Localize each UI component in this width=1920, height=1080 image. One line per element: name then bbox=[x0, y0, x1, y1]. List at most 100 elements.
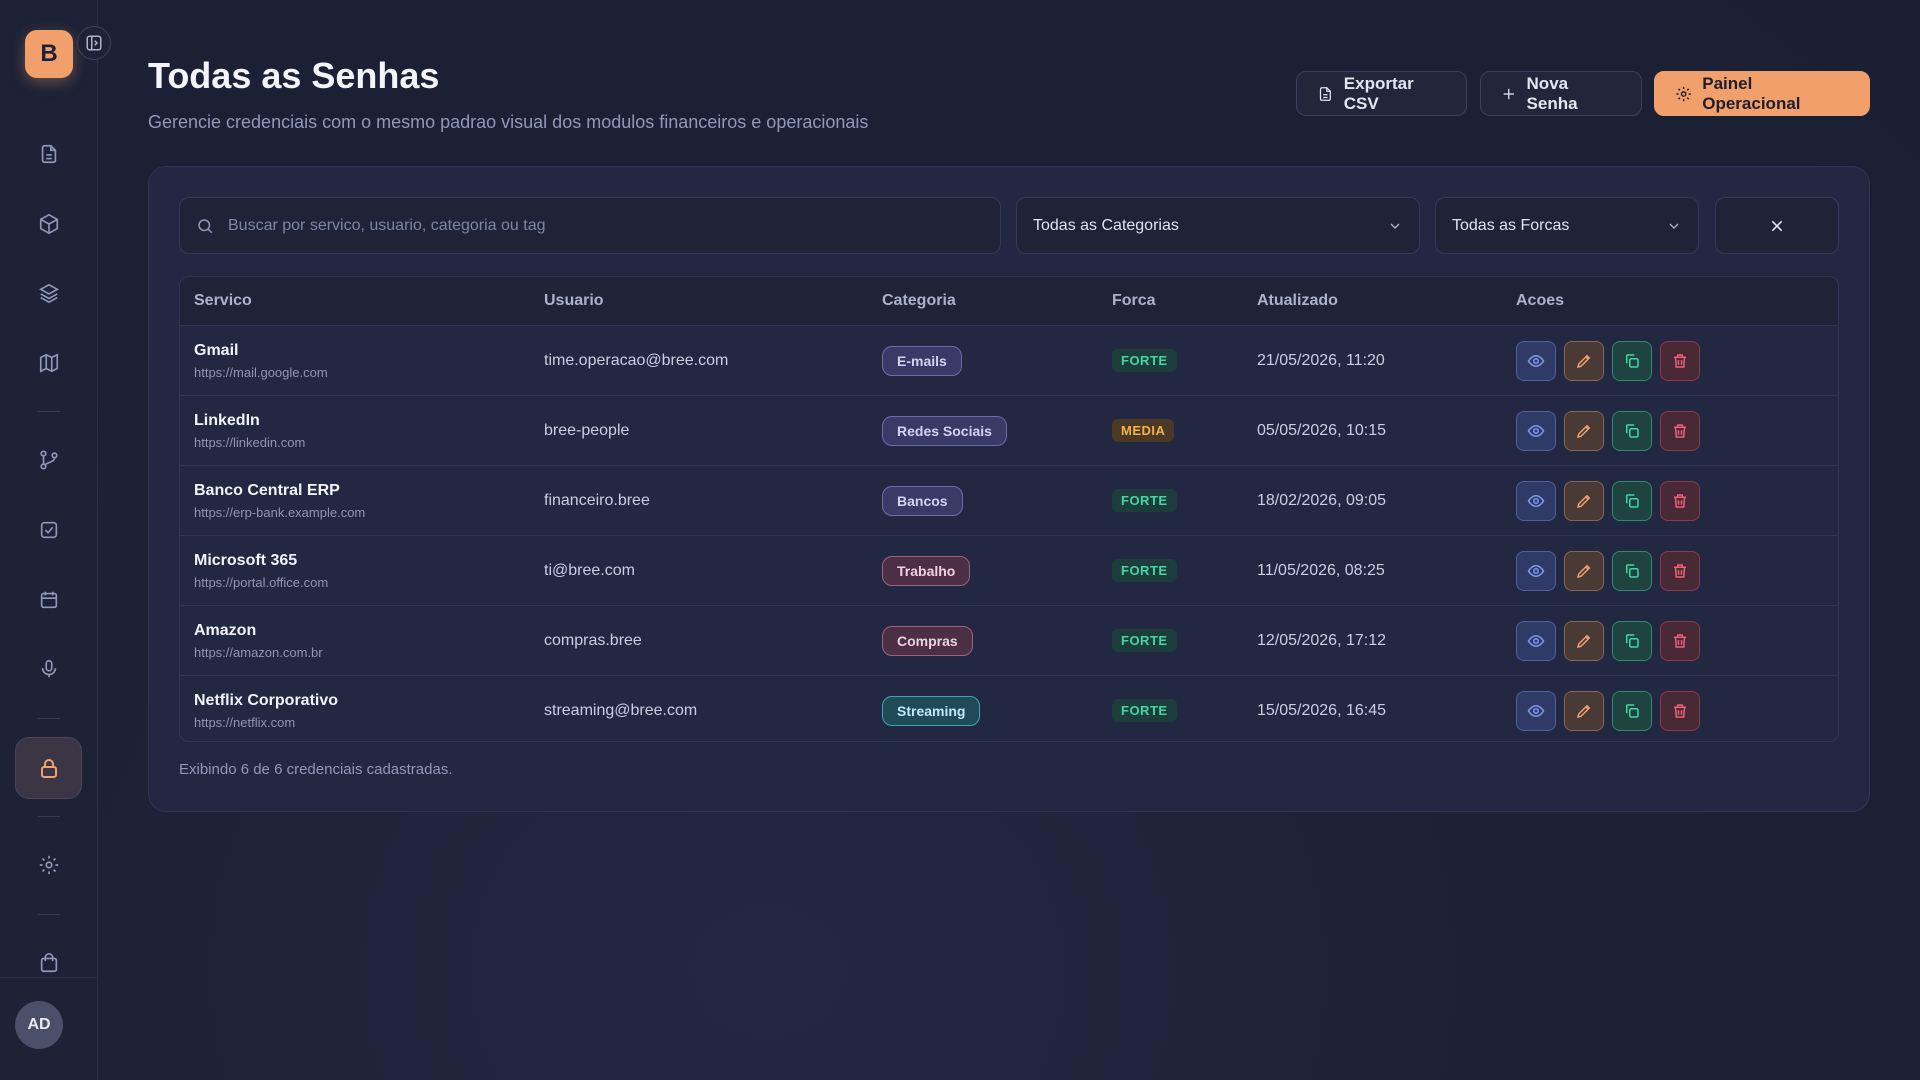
view-button[interactable] bbox=[1516, 690, 1556, 731]
edit-button[interactable] bbox=[1564, 550, 1604, 591]
service-cell: Gmail https://mail.google.com bbox=[180, 342, 530, 380]
eye-icon bbox=[1527, 564, 1545, 577]
view-button[interactable] bbox=[1516, 550, 1556, 591]
new-password-button[interactable]: Nova Senha bbox=[1480, 71, 1642, 116]
column-header-updated[interactable]: Atualizado bbox=[1243, 292, 1502, 310]
strength-cell: FORTE bbox=[1098, 349, 1243, 372]
eye-icon bbox=[1527, 354, 1545, 367]
service-name: Amazon bbox=[194, 621, 257, 639]
delete-button[interactable] bbox=[1660, 550, 1700, 591]
service-url[interactable]: https://netflix.com bbox=[194, 715, 530, 730]
service-url[interactable]: https://erp-bank.example.com bbox=[194, 505, 530, 520]
trash-icon bbox=[1674, 703, 1686, 718]
export-csv-button[interactable]: Exportar CSV bbox=[1296, 71, 1467, 116]
sidebar-collapse-button[interactable] bbox=[77, 26, 111, 60]
view-button[interactable] bbox=[1516, 410, 1556, 451]
view-button[interactable] bbox=[1516, 340, 1556, 381]
layers-icon bbox=[39, 283, 59, 304]
edit-button[interactable] bbox=[1564, 690, 1604, 731]
shopping-bag-icon bbox=[40, 953, 58, 973]
search-box[interactable] bbox=[179, 197, 1001, 254]
copy-icon bbox=[1626, 563, 1639, 578]
strength-badge: FORTE bbox=[1112, 489, 1177, 512]
delete-button[interactable] bbox=[1660, 620, 1700, 661]
nav-calendar[interactable] bbox=[33, 584, 65, 616]
nav-inventory[interactable] bbox=[33, 208, 65, 240]
category-select[interactable]: Todas as Categorias bbox=[1016, 197, 1420, 254]
service-url[interactable]: https://amazon.com.br bbox=[194, 645, 530, 660]
nav-tasks[interactable] bbox=[33, 514, 65, 546]
delete-button[interactable] bbox=[1660, 340, 1700, 381]
lock-icon bbox=[40, 759, 57, 778]
user-avatar[interactable]: AD bbox=[15, 1001, 63, 1049]
eye-icon bbox=[1527, 704, 1545, 717]
category-cell: Bancos bbox=[868, 485, 1098, 516]
search-input[interactable] bbox=[228, 216, 948, 235]
column-header-user[interactable]: Usuario bbox=[530, 292, 868, 310]
copy-button[interactable] bbox=[1612, 340, 1652, 381]
updated-cell: 21/05/2026, 11:20 bbox=[1257, 351, 1385, 369]
table-row[interactable]: Gmail https://mail.google.com time.operaca… bbox=[180, 325, 1838, 395]
strength-cell: MEDIA bbox=[1098, 419, 1243, 442]
column-header-strength[interactable]: Forca bbox=[1098, 292, 1243, 310]
strength-select-value: Todas as Forcas bbox=[1452, 216, 1570, 234]
copy-button[interactable] bbox=[1612, 690, 1652, 731]
microphone-icon bbox=[41, 659, 57, 678]
clear-filters-button[interactable] bbox=[1715, 197, 1839, 254]
table-row[interactable]: Amazon https://amazon.com.br compras.bree C… bbox=[180, 605, 1838, 675]
table-row[interactable]: Netflix Corporativo https://netflix.com st… bbox=[180, 675, 1838, 741]
edit-button[interactable] bbox=[1564, 620, 1604, 661]
copy-button[interactable] bbox=[1612, 550, 1652, 591]
table-row[interactable]: Microsoft 365 https://portal.office.com ti… bbox=[180, 535, 1838, 605]
nav-map[interactable] bbox=[33, 347, 65, 379]
nav-documents[interactable] bbox=[33, 138, 65, 170]
view-button[interactable] bbox=[1516, 480, 1556, 521]
operational-panel-button[interactable]: Painel Operacional bbox=[1654, 71, 1870, 116]
chevron-down-icon bbox=[1390, 223, 1400, 229]
copy-button[interactable] bbox=[1612, 410, 1652, 451]
strength-badge: FORTE bbox=[1112, 629, 1177, 652]
search-icon bbox=[198, 218, 213, 233]
copy-button[interactable] bbox=[1612, 620, 1652, 661]
nav-workflow[interactable] bbox=[33, 444, 65, 476]
nav-shop[interactable] bbox=[33, 947, 65, 979]
results-count: Exibindo 6 de 6 credenciais cadastradas. bbox=[179, 761, 453, 778]
chevron-down-icon bbox=[1669, 223, 1679, 229]
app-logo[interactable]: B bbox=[25, 30, 73, 78]
delete-button[interactable] bbox=[1660, 410, 1700, 451]
nav-layers[interactable] bbox=[33, 277, 65, 309]
nav-settings[interactable] bbox=[33, 849, 65, 881]
delete-button[interactable] bbox=[1660, 690, 1700, 731]
sidebar-divider bbox=[0, 977, 98, 978]
copy-icon bbox=[1626, 423, 1639, 438]
category-badge: Redes Sociais bbox=[882, 415, 1007, 446]
strength-cell: FORTE bbox=[1098, 489, 1243, 512]
column-header-service[interactable]: Servico bbox=[180, 292, 530, 310]
service-url[interactable]: https://linkedin.com bbox=[194, 435, 530, 450]
service-name: Microsoft 365 bbox=[194, 551, 298, 569]
table-row[interactable]: Banco Central ERP https://erp-bank.exampl… bbox=[180, 465, 1838, 535]
export-csv-label: Exportar CSV bbox=[1343, 73, 1414, 113]
delete-button[interactable] bbox=[1660, 480, 1700, 521]
trash-icon bbox=[1674, 423, 1686, 438]
panel-toggle-icon bbox=[86, 35, 102, 51]
copy-button[interactable] bbox=[1612, 480, 1652, 521]
edit-button[interactable] bbox=[1564, 410, 1604, 451]
strength-select[interactable]: Todas as Forcas bbox=[1435, 197, 1699, 254]
table-row[interactable]: LinkedIn https://linkedin.com bree-people R… bbox=[180, 395, 1838, 465]
nav-passwords[interactable] bbox=[15, 737, 82, 799]
column-header-category[interactable]: Categoria bbox=[868, 292, 1098, 310]
edit-button[interactable] bbox=[1564, 480, 1604, 521]
strength-cell: FORTE bbox=[1098, 559, 1243, 582]
category-badge: Streaming bbox=[882, 695, 981, 726]
service-cell: Microsoft 365 https://portal.office.com bbox=[180, 552, 530, 590]
edit-button[interactable] bbox=[1564, 340, 1604, 381]
close-icon bbox=[1771, 220, 1783, 231]
service-url[interactable]: https://portal.office.com bbox=[194, 575, 530, 590]
updated-cell: 15/05/2026, 16:45 bbox=[1257, 701, 1387, 719]
service-url[interactable]: https://mail.google.com bbox=[194, 365, 530, 380]
checkbox-icon bbox=[40, 521, 58, 539]
user-cell: time.operacao@bree.com bbox=[544, 351, 729, 369]
view-button[interactable] bbox=[1516, 620, 1556, 661]
nav-audio[interactable] bbox=[33, 653, 65, 685]
